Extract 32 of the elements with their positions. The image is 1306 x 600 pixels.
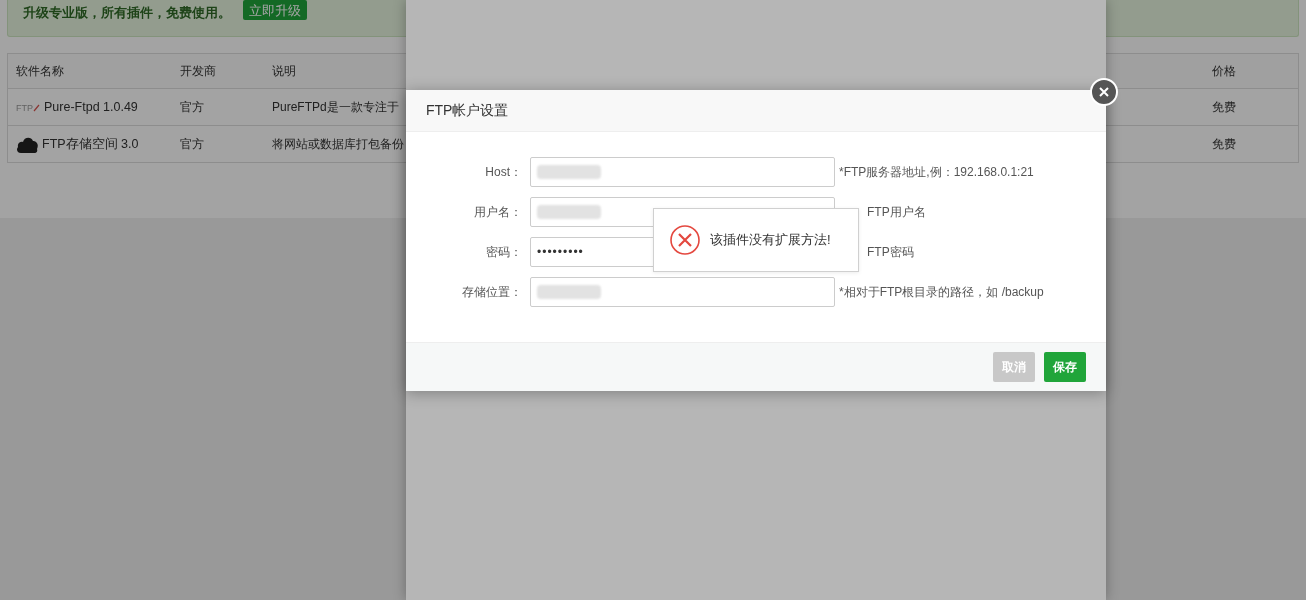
column-header: 软件名称	[15, 62, 65, 80]
field-label: 用户名：	[473, 203, 523, 221]
table-cell-text: 官方	[180, 135, 205, 153]
blurred-value	[537, 285, 601, 299]
field-hint: FTP密码	[866, 243, 914, 261]
table-cell-text: 免费	[1212, 135, 1237, 153]
plugin-name: Pure-Ftpd 1.0.49	[44, 100, 138, 114]
column-header: 价格	[1212, 62, 1237, 80]
upgrade-button[interactable]: 立即升级	[243, 0, 307, 20]
table-cell: 将网站或数据库打包备份	[272, 136, 404, 151]
error-icon	[669, 224, 701, 256]
toast-message: 该插件没有扩展方法!	[710, 231, 831, 249]
input-field[interactable]	[530, 277, 835, 307]
blurred-value	[537, 205, 601, 219]
plugin-name: FTP存储空间 3.0	[42, 135, 139, 153]
banner-text: 升级专业版，所有插件，免费使用。	[23, 4, 231, 22]
column-header: 说明	[272, 62, 297, 80]
field-label: Host：	[484, 163, 523, 181]
table-cell: PureFTPd是一款专注于	[272, 99, 399, 114]
table-cell-text: 免费	[1212, 98, 1237, 116]
field-hint: *FTP服务器地址,例：192.168.0.1:21	[838, 163, 1034, 181]
dialog-title: FTP帐户设置	[426, 101, 509, 120]
field-label: 存储位置：	[461, 283, 523, 301]
table-cell-text: 官方	[180, 98, 205, 116]
field-hint: FTP用户名	[866, 203, 926, 221]
field-hint: *相对于FTP根目录的路径，如 /backup	[838, 283, 1044, 301]
field-label: 密码：	[485, 243, 523, 261]
password-value: •••••••••	[537, 245, 584, 259]
input-field[interactable]	[530, 157, 835, 187]
save-button[interactable]: 保存	[1044, 352, 1086, 382]
blurred-value	[537, 165, 601, 179]
column-header: 开发商	[180, 62, 217, 80]
